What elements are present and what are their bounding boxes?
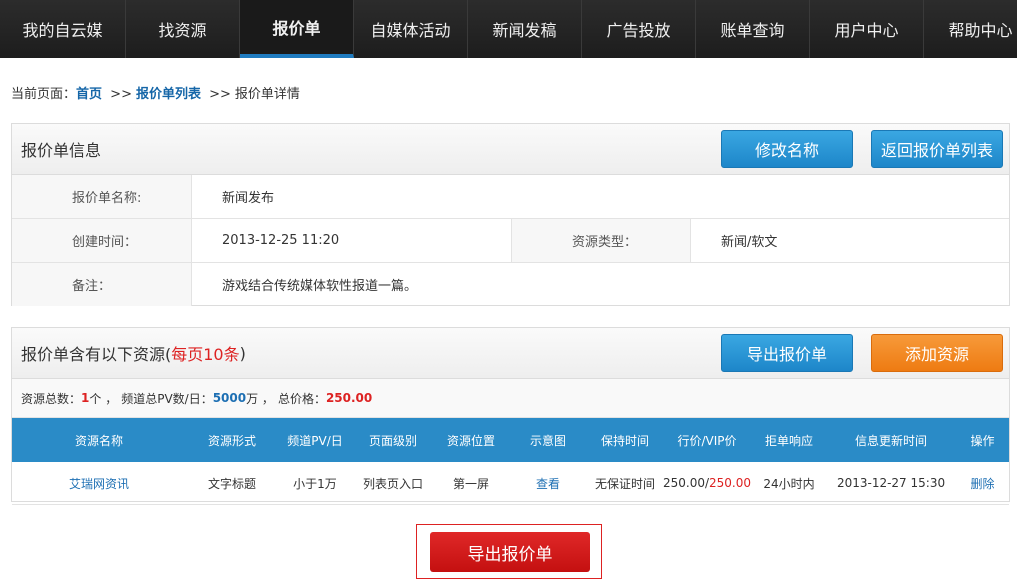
rename-button[interactable]: 修改名称 [721, 130, 853, 168]
breadcrumb-list-link[interactable]: 报价单列表 [136, 87, 201, 102]
col-preview: 示意图 [508, 418, 588, 462]
col-page-level: 页面级别 [352, 418, 434, 462]
col-resource-name: 资源名称 [12, 418, 186, 462]
export-quote-button[interactable]: 导出报价单 [721, 334, 853, 372]
price-value: 250.00/ [663, 476, 710, 490]
cell-page-level: 列表页入口 [352, 462, 434, 505]
breadcrumb-home-link[interactable]: 首页 [76, 87, 102, 102]
nav-item-find-resources[interactable]: 找资源 [126, 0, 240, 58]
delete-link[interactable]: 删除 [971, 477, 995, 491]
cell-keep-time: 无保证时间 [588, 462, 662, 505]
nav-item-press-release[interactable]: 新闻发稿 [468, 0, 582, 58]
col-updated-time: 信息更新时间 [826, 418, 957, 462]
nav-item-billing[interactable]: 账单查询 [696, 0, 810, 58]
export-highlight-box: 导出报价单 [416, 524, 602, 579]
info-row-name: 报价单名称: 新闻发布 [12, 175, 1009, 219]
remark-value: 游戏结合传统媒体软性报道一篇。 [222, 279, 418, 294]
breadcrumb-separator: >> [209, 87, 231, 102]
created-value: 2013-12-25 11:20 [222, 233, 340, 248]
cell-reject-response: 24小时内 [752, 462, 827, 505]
panel-title-end: ) [239, 343, 246, 363]
back-to-list-button[interactable]: 返回报价单列表 [871, 130, 1003, 168]
breadcrumb: 当前页面：首页 >> 报价单列表 >> 报价单详情 [11, 83, 300, 102]
vip-price-value: 250.00 [709, 476, 752, 490]
panel-title: 报价单含有以下资源( [21, 345, 172, 364]
cell-resource-position: 第一屏 [434, 462, 508, 505]
breadcrumb-prefix: 当前页面： [11, 87, 77, 102]
resource-name-link[interactable]: 艾瑞网资讯 [69, 477, 129, 491]
resource-panel: 报价单含有以下资源(每页10条) 导出报价单 添加资源 资源总数： 1 个 ， … [11, 327, 1010, 505]
cell-action: 删除 [956, 462, 1009, 505]
col-action: 操作 [956, 418, 1009, 462]
top-nav: 我的自云媒 找资源 报价单 自媒体活动 新闻发稿 广告投放 账单查询 用户中心 … [0, 0, 1017, 58]
nav-item-user-center[interactable]: 用户中心 [810, 0, 924, 58]
total-value: 1 [81, 391, 90, 405]
info-row-created: 创建时间： 2013-12-25 11:20 资源类型： 新闻/软文 [12, 219, 1009, 263]
price-value: 250.00 [325, 391, 373, 405]
panel-header: 报价单信息 修改名称 返回报价单列表 [12, 124, 1009, 175]
table-header-row: 资源名称 资源形式 频道PV/日 页面级别 资源位置 示意图 保持时间 行价/V… [12, 418, 1009, 462]
resource-table: 资源名称 资源形式 频道PV/日 页面级别 资源位置 示意图 保持时间 行价/V… [12, 418, 1009, 505]
remark-label: 备注： [12, 263, 192, 306]
col-resource-position: 资源位置 [434, 418, 508, 462]
name-label: 报价单名称: [12, 175, 192, 218]
type-label: 资源类型： [511, 219, 691, 262]
nav-item-quotes[interactable]: 报价单 [240, 0, 354, 58]
col-price: 行价/VIP价 [662, 418, 753, 462]
pv-label: 频道总PV数/日： [121, 391, 213, 406]
nav-item-help-center[interactable]: 帮助中心 [924, 0, 1017, 58]
col-reject-response: 拒单响应 [752, 418, 827, 462]
quote-info-panel: 报价单信息 修改名称 返回报价单列表 报价单名称: 新闻发布 创建时间： 201… [11, 123, 1010, 306]
type-value: 新闻/软文 [721, 235, 778, 250]
price-label: 总价格： [277, 391, 326, 406]
total-unit: 个 ， [89, 391, 118, 406]
name-value: 新闻发布 [222, 191, 275, 206]
cell-channel-pv: 小于1万 [278, 462, 352, 505]
table-row: 艾瑞网资讯 文字标题 小于1万 列表页入口 第一屏 查看 无保证时间 250.0… [12, 462, 1009, 505]
col-resource-form: 资源形式 [186, 418, 278, 462]
cell-preview: 查看 [508, 462, 588, 505]
total-label: 资源总数： [21, 391, 82, 406]
preview-link[interactable]: 查看 [536, 477, 560, 491]
cell-resource-form: 文字标题 [186, 462, 278, 505]
nav-item-my-cloud-media[interactable]: 我的自云媒 [0, 0, 126, 58]
created-label: 创建时间： [12, 219, 192, 262]
col-channel-pv: 频道PV/日 [278, 418, 352, 462]
pv-value: 5000 [212, 391, 247, 405]
col-keep-time: 保持时间 [588, 418, 662, 462]
per-page-note: 每页10条 [171, 345, 240, 364]
panel-title: 报价单信息 [21, 141, 102, 160]
cell-updated-time: 2013-12-27 15:30 [826, 462, 957, 505]
summary-line: 资源总数： 1 个 ， 频道总PV数/日： 5000 万 ， 总价格： 250.… [12, 379, 1009, 418]
info-row-remark: 备注： 游戏结合传统媒体软性报道一篇。 [12, 263, 1009, 306]
nav-item-advertising[interactable]: 广告投放 [582, 0, 696, 58]
export-quote-bottom-button[interactable]: 导出报价单 [430, 532, 590, 572]
nav-item-self-media-events[interactable]: 自媒体活动 [354, 0, 468, 58]
pv-unit: 万 ， [246, 391, 274, 406]
cell-price: 250.00/250.00 [662, 462, 753, 505]
breadcrumb-current: 报价单详情 [234, 87, 300, 102]
panel-header: 报价单含有以下资源(每页10条) 导出报价单 添加资源 [12, 328, 1009, 379]
cell-resource-name: 艾瑞网资讯 [12, 462, 186, 505]
add-resource-button[interactable]: 添加资源 [871, 334, 1003, 372]
breadcrumb-separator: >> [110, 87, 132, 102]
